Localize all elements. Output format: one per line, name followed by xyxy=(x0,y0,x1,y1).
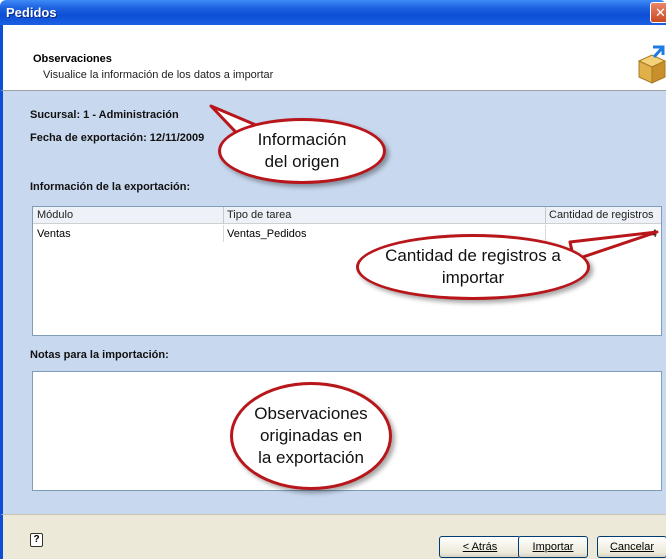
page-subtitle: Visualice la información de los datos a … xyxy=(43,69,274,81)
help-button[interactable]: ? xyxy=(30,533,43,547)
column-modulo[interactable]: Módulo xyxy=(37,209,73,221)
notes-label: Notas para la importación: xyxy=(30,349,169,361)
window-title: Pedidos xyxy=(6,5,57,20)
column-tipo-tarea[interactable]: Tipo de tarea xyxy=(227,209,291,221)
help-icon: ? xyxy=(33,534,40,545)
back-button[interactable]: < Atrás xyxy=(439,536,521,558)
export-info-label: Información de la exportación: xyxy=(30,181,191,193)
footer-bar: ? < Atrás Importar Cancelar xyxy=(0,514,666,559)
cancel-button[interactable]: Cancelar xyxy=(597,536,666,558)
fecha-label: Fecha de exportación: 12/11/2009 xyxy=(30,132,205,144)
title-bar: Pedidos ✕ xyxy=(0,0,666,25)
cell-tipo-tarea: Ventas_Pedidos xyxy=(227,228,307,240)
page-title: Observaciones xyxy=(33,53,112,65)
column-cantidad[interactable]: Cantidad de registros xyxy=(549,209,654,221)
close-button[interactable]: ✕ xyxy=(650,2,666,23)
callout-origen: Información del origen xyxy=(218,118,386,184)
close-icon: ✕ xyxy=(655,5,666,20)
box-icon xyxy=(637,45,666,84)
callout-cantidad: Cantidad de registros a importar xyxy=(356,234,590,300)
callout-observaciones: Observaciones originadas en la exportaci… xyxy=(230,382,392,490)
import-button[interactable]: Importar xyxy=(518,536,588,558)
sucursal-label: Sucursal: 1 - Administración xyxy=(30,109,179,121)
wizard-header: Observaciones Visualice la información d… xyxy=(0,25,666,91)
table-header: Módulo Tipo de tarea Cantidad de registr… xyxy=(33,207,661,224)
cell-modulo: Ventas xyxy=(37,228,71,240)
